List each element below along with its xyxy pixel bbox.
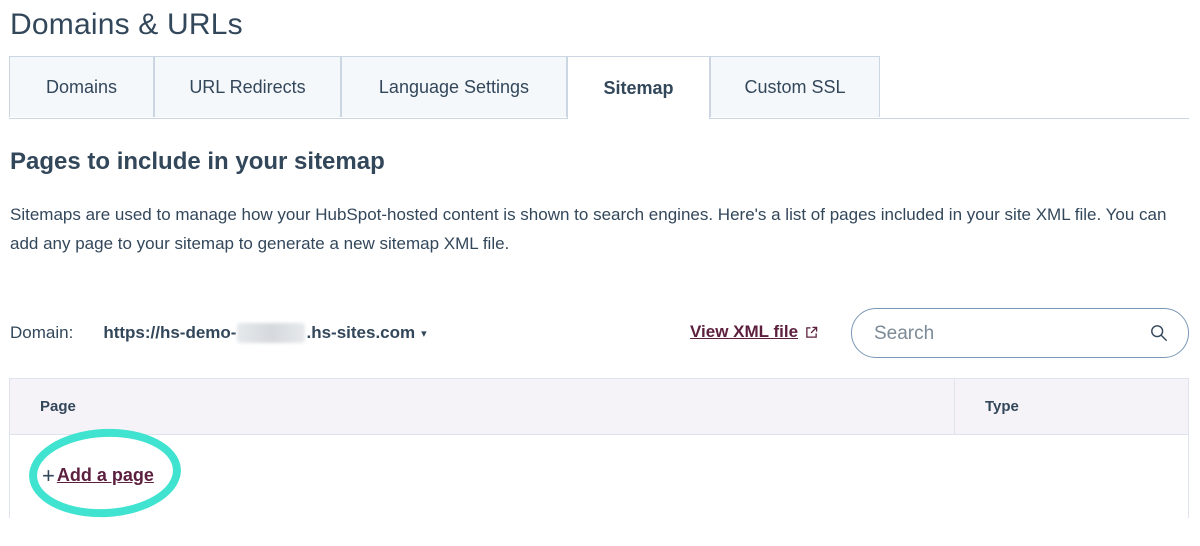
table-header: Page Type [10,379,1188,435]
domain-row: Domain: https://hs-demo- .hs-sites.com ▾ [10,318,427,348]
sitemap-pages-table: Page Type + Add a page [9,378,1189,518]
page-title: Domains & URLs [10,8,243,41]
tab-url-redirects[interactable]: URL Redirects [154,56,341,117]
search-box [851,308,1189,358]
redacted-text [237,323,306,343]
tab-domains[interactable]: Domains [9,56,154,117]
tab-sitemap[interactable]: Sitemap [567,56,710,119]
plus-icon: + [42,462,55,488]
settings-tabs: Domains URL Redirects Language Settings … [9,56,1189,119]
sitemap-settings-page: Domains & URLs Domains URL Redirects Lan… [0,0,1200,546]
search-input[interactable] [872,319,1146,349]
domain-url-suffix: .hs-sites.com [306,323,416,342]
add-page-button[interactable]: + Add a page [42,462,154,488]
domain-url-prefix: https://hs-demo- [103,323,237,342]
external-link-icon [806,326,818,338]
tab-custom-ssl[interactable]: Custom SSL [710,56,880,117]
section-title: Pages to include in your sitemap [10,148,385,175]
section-description: Sitemaps are used to manage how your Hub… [10,205,1167,253]
add-page-label: Add a page [56,465,154,485]
column-header-type[interactable]: Type [954,379,1188,434]
column-header-page[interactable]: Page [40,379,940,434]
tab-language-settings[interactable]: Language Settings [341,56,567,117]
caret-down-icon: ▾ [421,327,427,340]
view-xml-label: View XML file [690,322,799,341]
view-xml-file-link[interactable]: View XML file [690,322,818,342]
domain-dropdown[interactable]: https://hs-demo- .hs-sites.com ▾ [103,323,427,343]
domain-label: Domain: [10,323,74,342]
search-icon[interactable] [1150,324,1168,342]
